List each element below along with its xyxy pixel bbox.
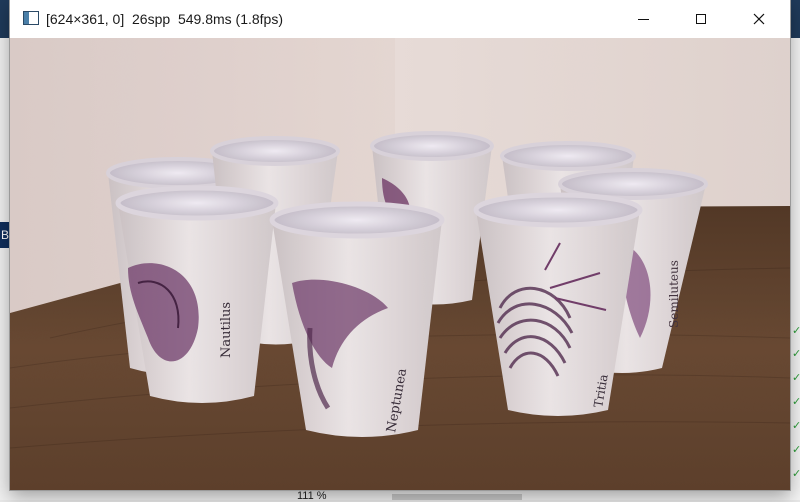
render-viewport[interactable]: Semiluteus Nautilus Neptunea Tritia [10,38,790,490]
check-icon: ✓ [792,372,800,384]
render-window: [624×361, 0] 26spp 549.8ms (1.8fps) Semi… [10,0,790,490]
check-icon: ✓ [792,420,800,432]
rendered-scene: Semiluteus Nautilus Neptunea Tritia [10,38,790,490]
check-icon: ✓ [792,396,800,408]
check-icon: ✓ [792,348,800,360]
maximize-icon [696,14,706,24]
window-title: [624×361, 0] 26spp 549.8ms (1.8fps) [46,11,283,27]
check-icon: ✓ [792,444,800,456]
minimize-icon [637,18,649,20]
maximize-button[interactable] [672,0,730,38]
app-window-icon [23,11,39,25]
zoom-level: 111 % [297,490,327,502]
close-button[interactable] [730,0,788,38]
horizontal-scrollbar[interactable] [392,494,522,500]
check-icon: ✓ [792,468,800,480]
check-icon: ✓ [792,325,800,337]
render-noise-overlay [10,38,790,490]
title-bar[interactable]: [624×361, 0] 26spp 549.8ms (1.8fps) [10,0,790,38]
minimize-button[interactable] [614,0,672,38]
close-icon [753,13,765,25]
